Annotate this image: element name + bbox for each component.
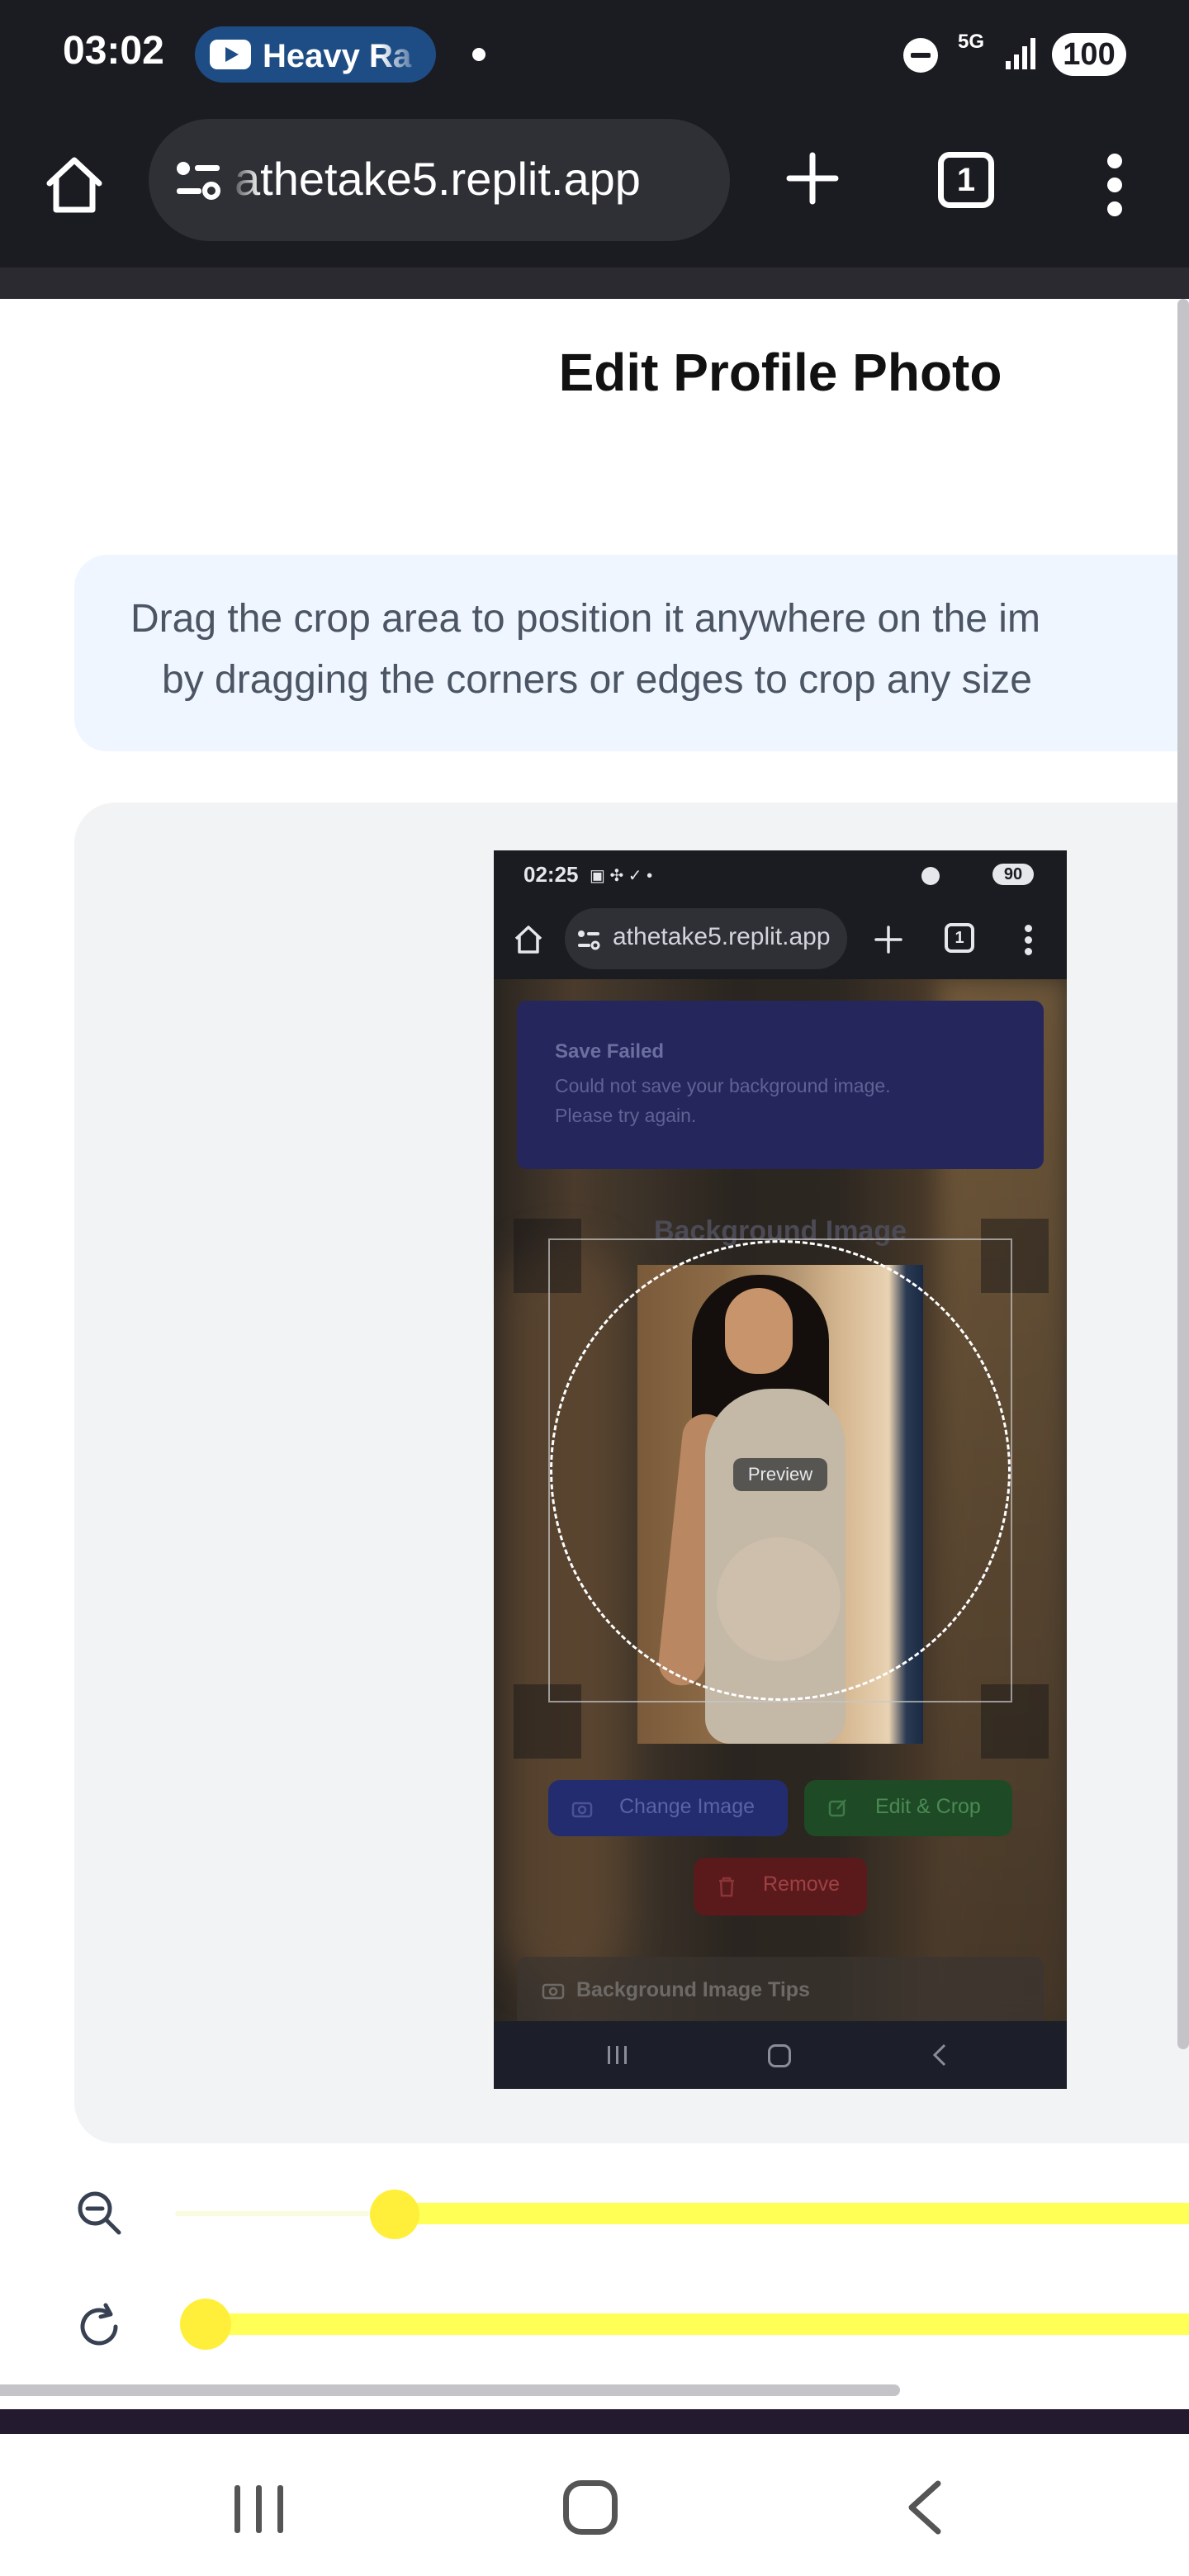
url-text: athetake5.replit.app	[234, 153, 641, 205]
image-browser-toolbar: athetake5.replit.app 1	[494, 898, 1067, 979]
home-nav-icon[interactable]	[563, 2480, 618, 2535]
url-fade	[228, 119, 261, 241]
rotate-icon[interactable]	[73, 2300, 126, 2353]
edit-icon	[828, 1799, 846, 1817]
battery-indicator: 100	[1052, 33, 1126, 76]
home-icon[interactable]	[41, 152, 107, 218]
remove-label: Remove	[763, 1873, 841, 1896]
image-address-bar: athetake5.replit.app	[565, 908, 847, 969]
background-tips-section: Background Image Tips	[517, 1957, 1044, 2021]
instruction-line: Drag the crop area to position it anywhe…	[130, 597, 1040, 641]
tips-label: Background Image Tips	[576, 1978, 810, 2001]
image-menu-icon	[1022, 923, 1034, 956]
new-tab-icon[interactable]	[783, 149, 842, 208]
trash-icon	[719, 1877, 734, 1897]
address-bar[interactable]: athetake5.replit.app	[149, 119, 730, 241]
media-notification-pill[interactable]: Heavy Ra	[195, 26, 436, 83]
toast-title: Save Failed	[555, 1040, 665, 1063]
image-status-bar: 02:25 ▣ ✣ ✓ • 90	[494, 850, 1067, 898]
image-edit-crop-button: Edit & Crop	[804, 1780, 1012, 1836]
status-time: 03:02	[63, 29, 164, 73]
more-menu-icon[interactable]	[1098, 152, 1131, 218]
image-home-nav-icon	[768, 2044, 791, 2067]
image-site-settings-icon	[578, 930, 600, 950]
rotation-slider-thumb[interactable]	[180, 2299, 231, 2350]
notification-dot-icon	[472, 48, 486, 61]
site-settings-icon[interactable]	[173, 157, 223, 203]
back-icon[interactable]	[903, 2479, 945, 2536]
system-nav-bar	[0, 2409, 1189, 2576]
recents-icon[interactable]	[234, 2485, 284, 2533]
image-new-tab-icon	[874, 926, 902, 954]
image-page-content: Save Failed Could not save your backgrou…	[494, 979, 1067, 2021]
save-failed-toast: Save Failed Could not save your backgrou…	[517, 1001, 1044, 1169]
image-remove-button: Remove	[694, 1858, 867, 1915]
image-recents-icon	[608, 2046, 627, 2064]
toolbar-shadow	[0, 268, 1189, 299]
zoom-slider-track-filled	[175, 2211, 395, 2216]
horizontal-scrollbar[interactable]	[0, 2384, 900, 2396]
image-status-time: 02:25	[523, 862, 579, 887]
toast-message: Please try again.	[555, 1105, 697, 1126]
status-bar: 03:02 Heavy Ra 5G 100	[0, 0, 1189, 111]
image-tab-switcher: 1	[945, 923, 974, 953]
network-type: 5G	[958, 31, 985, 53]
image-change-image-button: Change Image	[548, 1780, 788, 1836]
image-battery: 90	[992, 864, 1034, 885]
do-not-disturb-icon	[903, 38, 938, 73]
youtube-icon	[210, 40, 251, 69]
image-dnd-icon	[921, 867, 940, 885]
image-nav-bar	[494, 2021, 1067, 2089]
instructions-box: Drag the crop area to position it anywhe…	[74, 555, 1189, 751]
change-image-label: Change Image	[619, 1795, 756, 1818]
media-title: Heavy Ra	[263, 38, 412, 74]
camera-icon	[571, 1802, 593, 1818]
tab-switcher-button[interactable]: 1	[938, 152, 994, 208]
edit-crop-label: Edit & Crop	[875, 1795, 981, 1818]
nav-divider	[0, 2409, 1189, 2434]
instruction-line: by dragging the corners or edges to crop…	[162, 658, 1032, 702]
image-status-icons: ▣ ✣ ✓ •	[590, 867, 653, 885]
rotation-slider-track[interactable]	[205, 2313, 1189, 2335]
toast-message: Could not save your background image.	[555, 1075, 891, 1096]
page-title: Edit Profile Photo	[558, 343, 1002, 402]
image-home-icon	[514, 926, 542, 954]
preview-badge: Preview	[733, 1458, 827, 1491]
crop-image[interactable]: 02:25 ▣ ✣ ✓ • 90 athetake5.replit.app 1 …	[494, 850, 1067, 2089]
web-page: Edit Profile Photo Drag the crop area to…	[0, 299, 1189, 2409]
signal-icon	[1006, 38, 1035, 69]
camera-icon	[542, 1983, 565, 2000]
zoom-out-icon[interactable]	[74, 2188, 124, 2237]
zoom-slider-thumb[interactable]	[370, 2190, 419, 2239]
browser-toolbar: athetake5.replit.app 1	[0, 111, 1189, 268]
vertical-scrollbar[interactable]	[1177, 299, 1189, 2049]
image-back-icon	[932, 2043, 946, 2067]
zoom-slider-track[interactable]	[395, 2203, 1189, 2224]
image-url-text: athetake5.replit.app	[613, 923, 831, 950]
